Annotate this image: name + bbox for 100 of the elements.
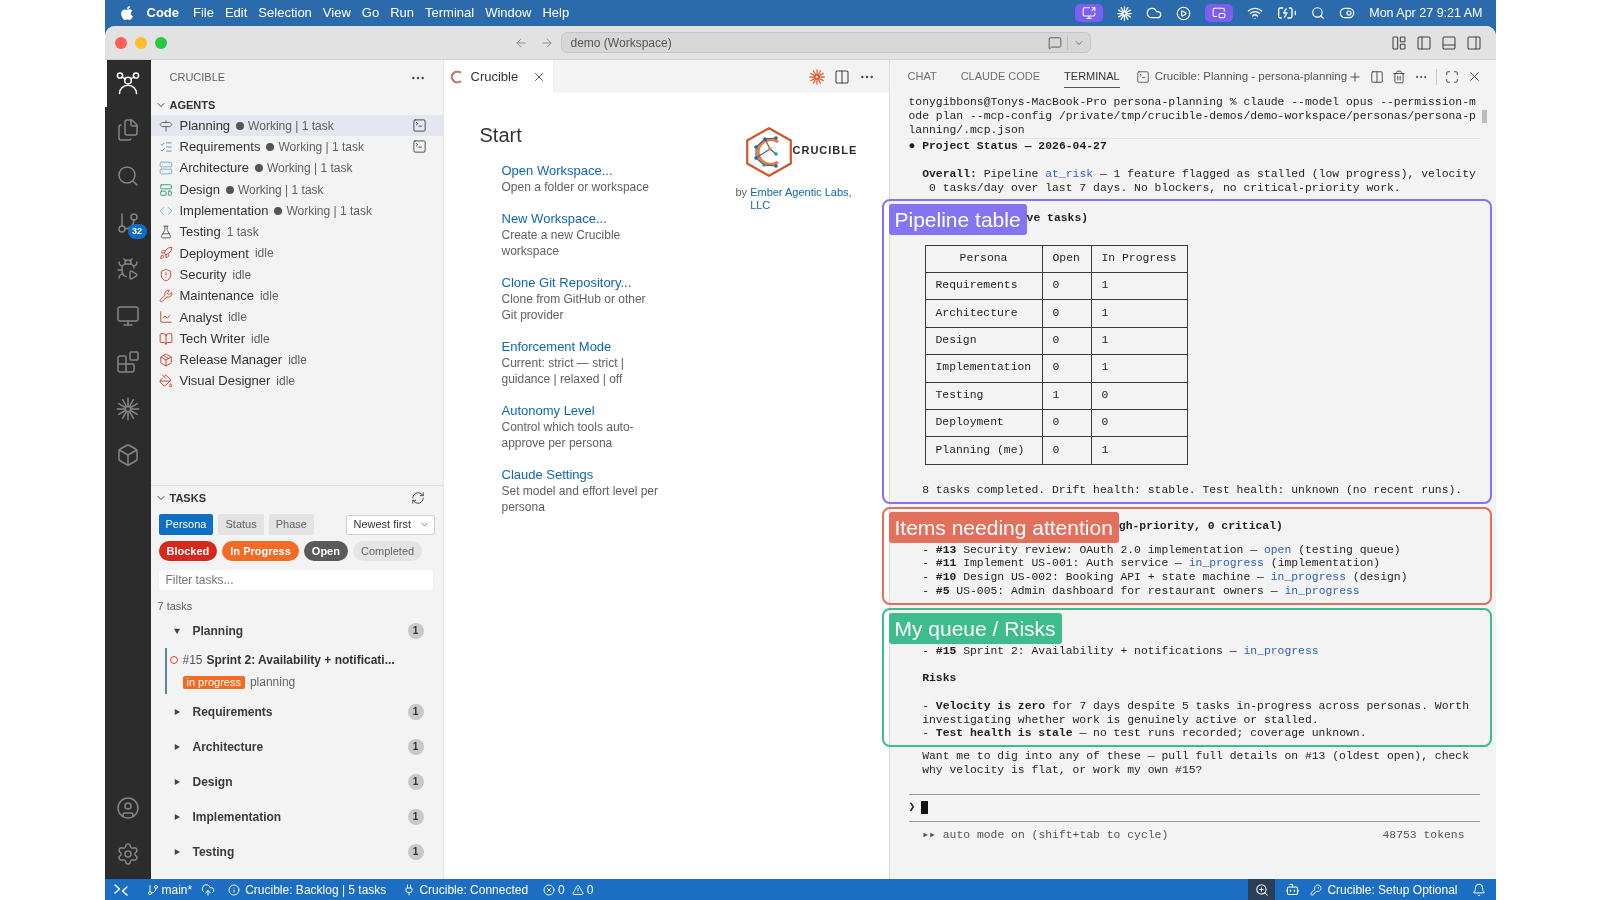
filter-input[interactable]: Filter tasks...: [158, 570, 433, 590]
search-icon[interactable]: [1311, 6, 1326, 20]
app-menu[interactable]: Code: [146, 5, 179, 21]
panel-tab[interactable]: CHAT: [907, 65, 937, 88]
sidebar-toggle-icon[interactable]: [1415, 34, 1432, 51]
action-link[interactable]: Enforcement Mode: [501, 338, 612, 355]
group-by-tab[interactable]: Status: [218, 514, 264, 535]
monitor-icon[interactable]: [115, 303, 140, 328]
toggle-icon[interactable]: [1339, 5, 1356, 21]
sort-select[interactable]: Newest first: [345, 514, 435, 535]
terminal-icon[interactable]: [411, 118, 427, 134]
cloud-icon[interactable]: [1146, 5, 1163, 21]
split-editor-icon[interactable]: [833, 68, 850, 85]
status-filter-chip[interactable]: Open: [303, 541, 348, 561]
section-title[interactable]: AGENTS: [169, 96, 216, 114]
status-filter-chip[interactable]: Blocked: [158, 541, 218, 561]
search-icon[interactable]: [115, 164, 140, 189]
agent-row[interactable]: Implementation Working | 1 task: [150, 200, 443, 222]
panel-toggle-icon[interactable]: [1440, 34, 1457, 51]
screen-share-icon[interactable]: [1075, 4, 1104, 22]
agent-row[interactable]: Planning Working | 1 task: [150, 115, 443, 137]
split-icon[interactable]: [1369, 69, 1384, 84]
menu-item[interactable]: Window: [485, 5, 532, 21]
group-name[interactable]: Requirements: [192, 702, 273, 721]
caret-icon[interactable]: [173, 627, 180, 634]
action-link[interactable]: Open Workspace...: [501, 162, 613, 179]
people-network-icon[interactable]: [115, 71, 140, 96]
caret-icon[interactable]: [173, 708, 180, 715]
settings-icon[interactable]: [115, 842, 140, 866]
agent-row[interactable]: Design Working | 1 task: [150, 178, 443, 201]
action-link[interactable]: Clone Git Repository...: [501, 274, 632, 291]
bell-icon[interactable]: [1471, 882, 1486, 897]
section-title[interactable]: TASKS: [169, 489, 206, 507]
maximize-icon[interactable]: [1444, 69, 1459, 84]
cube-icon[interactable]: [115, 443, 140, 468]
menu-item[interactable]: Selection: [258, 5, 312, 21]
caret-icon[interactable]: [173, 778, 180, 785]
trash-icon[interactable]: [1391, 69, 1406, 84]
agent-row[interactable]: Maintenance idle: [150, 285, 443, 307]
agent-row[interactable]: Architecture Working | 1 task: [150, 157, 443, 179]
agent-row[interactable]: Deployment idle: [150, 242, 443, 265]
backlog-status[interactable]: Crucible: Backlog | 5 tasks: [228, 880, 387, 899]
command-center-field[interactable]: demo (Workspace): [560, 32, 1091, 53]
menu-item[interactable]: File: [193, 5, 214, 21]
wifi-icon[interactable]: [1247, 5, 1264, 21]
panel-tab[interactable]: TERMINAL: [1064, 65, 1120, 88]
remote-icon[interactable]: [113, 882, 128, 897]
files-icon[interactable]: [115, 117, 140, 142]
extensions-icon[interactable]: [115, 350, 140, 375]
secondary-sidebar-toggle-icon[interactable]: [1465, 34, 1482, 51]
terminal-icon[interactable]: [411, 139, 427, 155]
agent-row[interactable]: Requirements Working | 1 task: [150, 136, 443, 158]
group-name[interactable]: Testing: [192, 842, 235, 861]
cloud-upload-icon[interactable]: [201, 882, 216, 897]
starburst-icon[interactable]: [808, 68, 825, 85]
run-debug-icon[interactable]: [115, 257, 140, 282]
menu-item[interactable]: Run: [390, 5, 414, 21]
group-by-tab[interactable]: Phase: [268, 514, 314, 535]
play-circle-icon[interactable]: [1176, 5, 1192, 21]
refresh-icon[interactable]: [410, 491, 425, 505]
caret-icon[interactable]: [173, 743, 180, 750]
editor-tab[interactable]: Crucible: [443, 60, 554, 93]
group-name[interactable]: Implementation: [192, 807, 282, 826]
caret-icon[interactable]: [173, 813, 180, 820]
source-control-icon[interactable]: [115, 210, 140, 235]
account-icon[interactable]: [115, 796, 140, 820]
stacked-windows-icon[interactable]: [1205, 4, 1234, 22]
publisher-link[interactable]: Ember Agentic Labs, LLC: [750, 186, 861, 212]
robot-icon[interactable]: [1285, 882, 1301, 897]
group-by-tab[interactable]: Persona: [158, 514, 214, 535]
agent-row[interactable]: Security idle: [150, 264, 443, 286]
task-item[interactable]: #15 Sprint 2: Availability + notificati... in progress planning: [164, 648, 433, 694]
agent-row[interactable]: Analyst idle: [150, 306, 443, 328]
agent-row[interactable]: Release Manager idle: [150, 349, 443, 371]
menu-item[interactable]: Terminal: [425, 5, 475, 21]
layout-icon[interactable]: [1390, 34, 1407, 51]
menu-item[interactable]: View: [322, 5, 351, 21]
action-link[interactable]: New Workspace...: [501, 210, 607, 227]
window-close-icon[interactable]: [114, 36, 127, 49]
menu-item[interactable]: Help: [542, 5, 570, 21]
menu-bar-clock[interactable]: Mon Apr 27 9:21 AM: [1369, 3, 1483, 23]
agent-row[interactable]: Visual Designer idle: [150, 370, 443, 392]
action-link[interactable]: Claude Settings: [501, 466, 594, 483]
group-name[interactable]: Planning: [192, 621, 244, 640]
menu-item[interactable]: Go: [361, 5, 380, 21]
group-name[interactable]: Architecture: [192, 737, 264, 756]
chat-icon[interactable]: [1047, 35, 1062, 50]
status-filter-chip[interactable]: Completed: [352, 541, 423, 561]
problems-status[interactable]: 0 0: [543, 880, 594, 899]
action-link[interactable]: Autonomy Level: [501, 402, 595, 419]
apple-icon[interactable]: [119, 5, 134, 21]
agent-row[interactable]: Tech Writer idle: [150, 327, 443, 350]
menu-item[interactable]: Edit: [224, 5, 248, 21]
branch-status[interactable]: main*: [146, 880, 193, 899]
scrollbar-thumb[interactable]: [1481, 110, 1487, 123]
agent-row[interactable]: Testing 1 task: [150, 221, 443, 243]
caret-icon[interactable]: [173, 848, 180, 855]
connection-status[interactable]: Crucible: Connected: [403, 880, 529, 899]
zoom-icon[interactable]: [1248, 879, 1276, 900]
setup-status[interactable]: Crucible: Setup Optional: [1310, 880, 1458, 899]
